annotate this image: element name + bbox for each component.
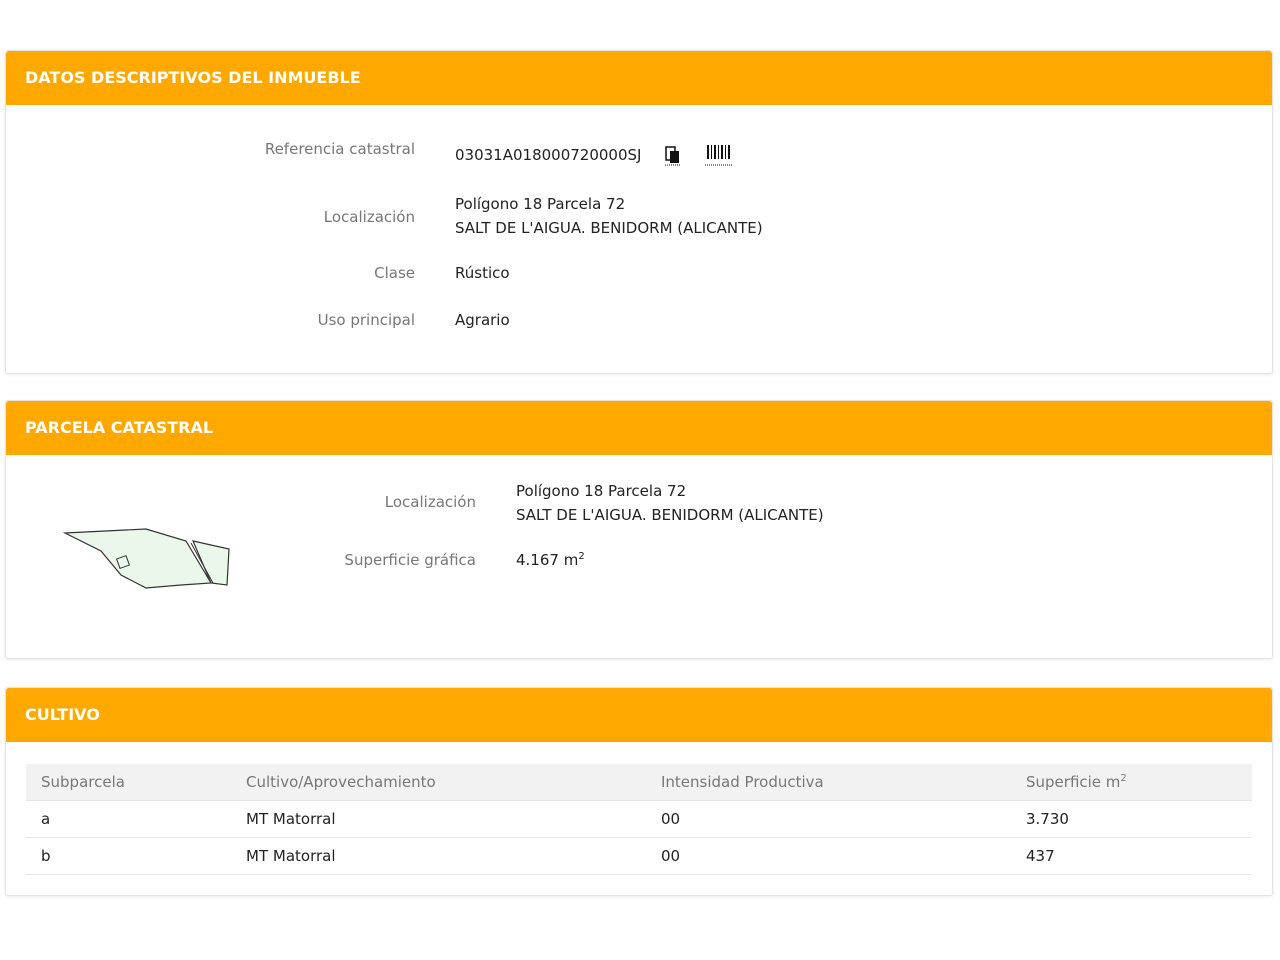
th-subparcela: Subparcela bbox=[26, 764, 231, 801]
loc-label: Localización bbox=[323, 208, 415, 226]
parcel-map-icon[interactable] bbox=[61, 523, 231, 597]
superficie-value: 4.167 m2 bbox=[516, 548, 585, 572]
loc-value: Polígono 18 Parcela 72 SALT DE L'AIGUA. … bbox=[455, 192, 763, 240]
cell-subparcela: b bbox=[26, 837, 231, 875]
superficie-number: 4.167 m bbox=[516, 551, 579, 569]
panel-datos-descriptivos: DATOS DESCRIPTIVOS DEL INMUEBLE Referenc… bbox=[5, 50, 1273, 374]
table-row: a MT Matorral 00 3.730 bbox=[26, 800, 1252, 838]
th-cultivo: Cultivo/Aprovechamiento bbox=[231, 764, 646, 801]
clase-value: Rústico bbox=[455, 264, 510, 282]
cell-cultivo: MT Matorral bbox=[231, 837, 646, 875]
cell-subparcela: a bbox=[26, 800, 231, 838]
cell-intensidad: 00 bbox=[646, 800, 1011, 838]
loc-line1: Polígono 18 Parcela 72 bbox=[455, 195, 626, 213]
loc-line2: SALT DE L'AIGUA. BENIDORM (ALICANTE) bbox=[455, 219, 763, 237]
th-superficie-text: Superficie m bbox=[1026, 773, 1121, 791]
panel-parcela-catastral: PARCELA CATASTRAL Localización Polígono … bbox=[5, 400, 1273, 659]
th-superficie: Superficie m2 bbox=[1011, 764, 1252, 801]
uso-value: Agrario bbox=[455, 311, 510, 329]
table-row: b MT Matorral 00 437 bbox=[26, 837, 1252, 875]
cell-cultivo: MT Matorral bbox=[231, 800, 646, 838]
cultivo-table: Subparcela Cultivo/Aprovechamiento Inten… bbox=[26, 764, 1252, 875]
clase-label: Clase bbox=[374, 264, 415, 282]
panel-title-parcela: PARCELA CATASTRAL bbox=[6, 401, 1272, 455]
parcela-loc-line1: Polígono 18 Parcela 72 bbox=[516, 482, 687, 500]
cell-intensidad: 00 bbox=[646, 837, 1011, 875]
ref-value: 03031A018000720000SJ bbox=[455, 146, 642, 164]
barcode-icon[interactable] bbox=[705, 143, 733, 171]
ref-label: Referencia catastral bbox=[264, 140, 415, 158]
th-intensidad: Intensidad Productiva bbox=[646, 764, 1011, 801]
parcela-loc-label: Localización bbox=[384, 493, 476, 511]
cell-superficie: 3.730 bbox=[1011, 800, 1252, 838]
parcela-loc-value: Polígono 18 Parcela 72 SALT DE L'AIGUA. … bbox=[516, 479, 824, 527]
superficie-label: Superficie gráfica bbox=[344, 551, 476, 569]
cell-superficie: 437 bbox=[1011, 837, 1252, 875]
parcela-loc-line2: SALT DE L'AIGUA. BENIDORM (ALICANTE) bbox=[516, 506, 824, 524]
panel-title-cultivo: CULTIVO bbox=[6, 688, 1272, 742]
panel-cultivo: CULTIVO Subparcela Cultivo/Aprovechamien… bbox=[5, 687, 1273, 896]
superficie-exp: 2 bbox=[578, 551, 585, 562]
uso-label: Uso principal bbox=[317, 311, 415, 329]
th-superficie-exp: 2 bbox=[1120, 773, 1127, 784]
table-header-row: Subparcela Cultivo/Aprovechamiento Inten… bbox=[26, 764, 1252, 801]
copy-icon[interactable] bbox=[664, 146, 682, 170]
panel-title-datos: DATOS DESCRIPTIVOS DEL INMUEBLE bbox=[6, 51, 1272, 105]
